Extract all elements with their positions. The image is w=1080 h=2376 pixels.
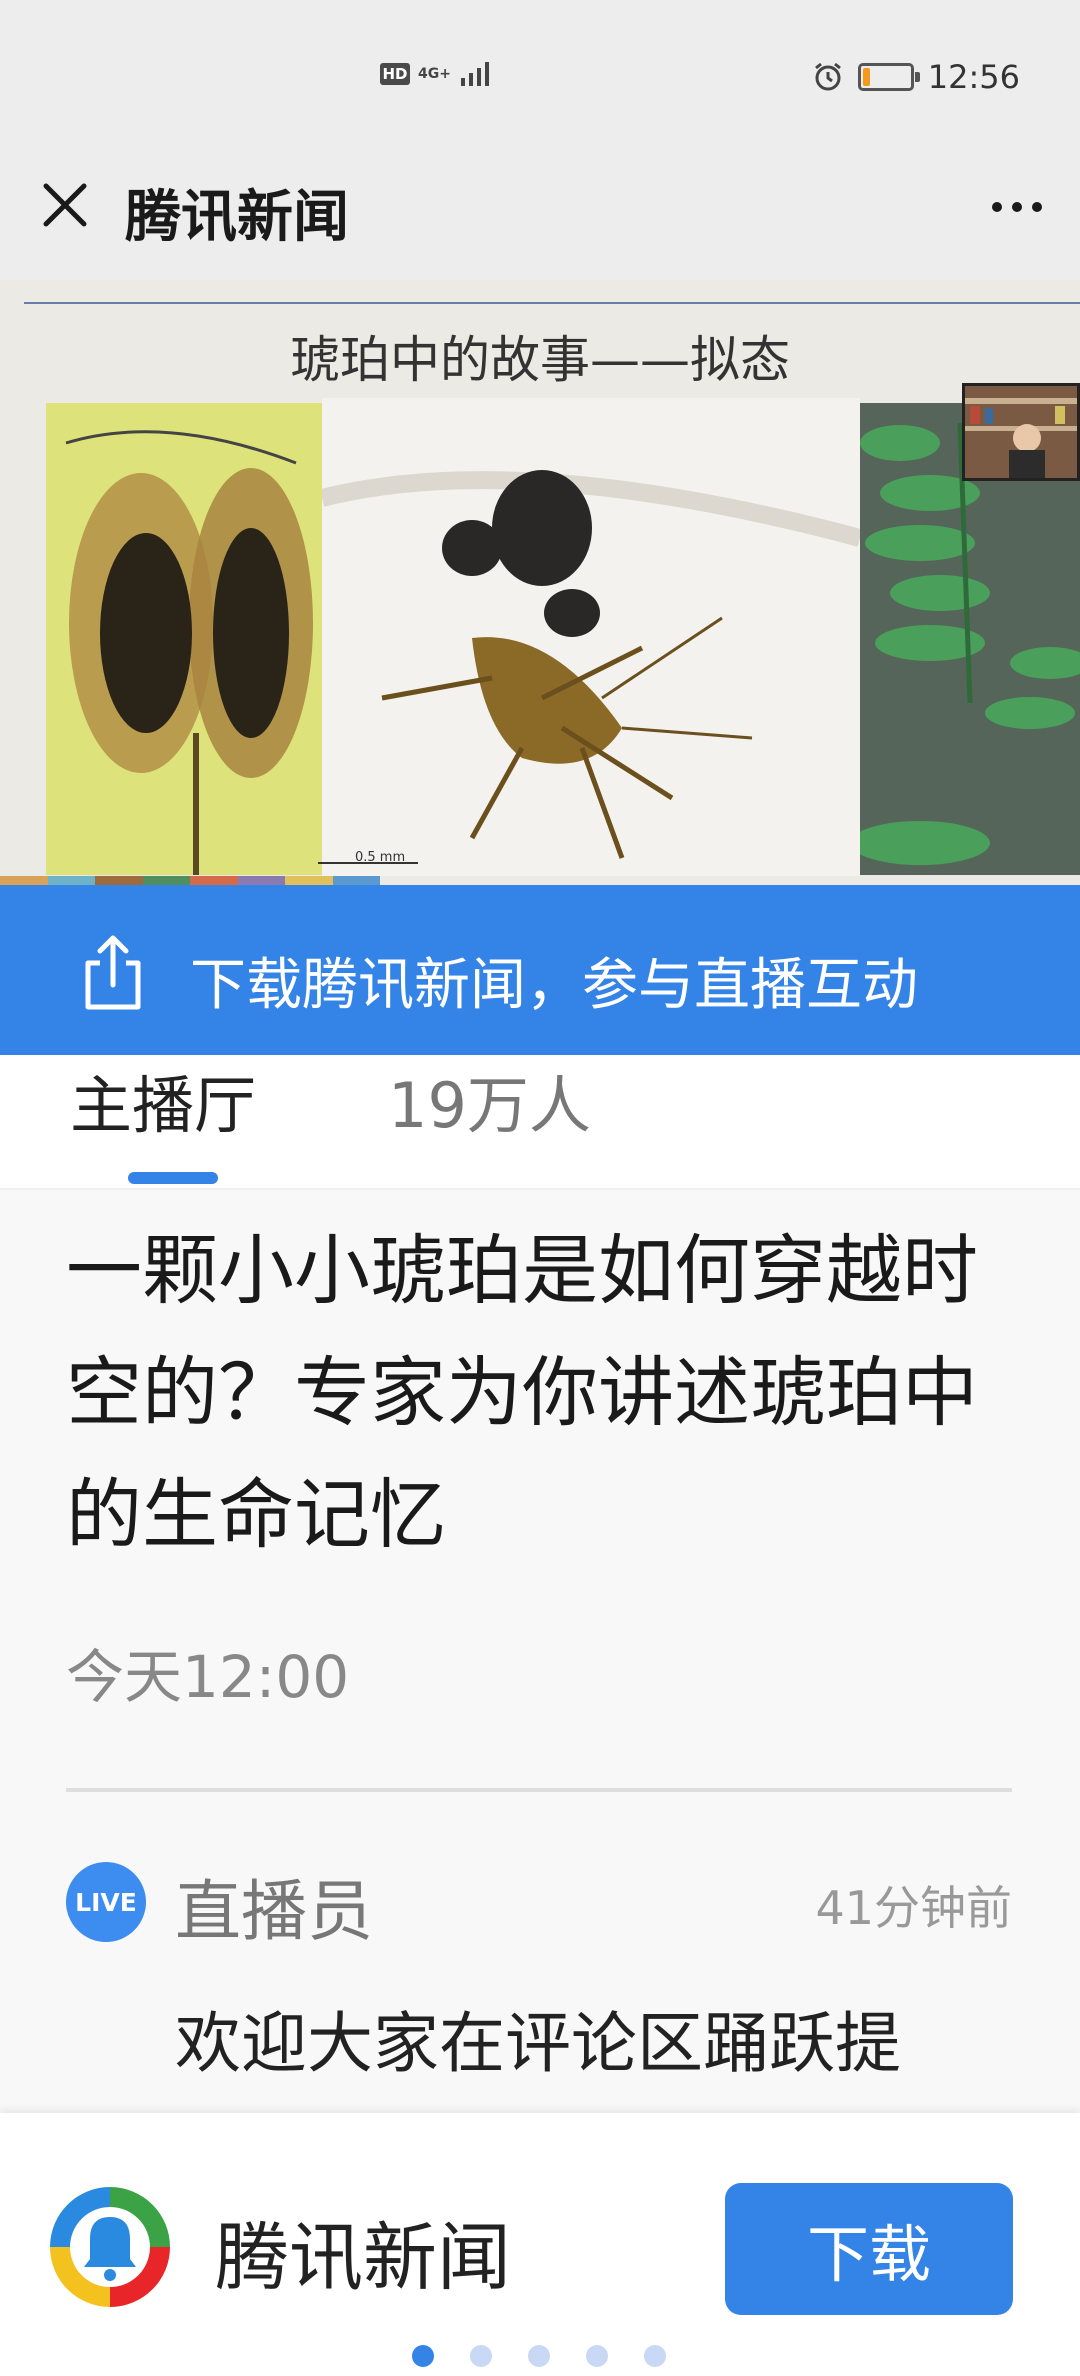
download-app-banner[interactable]: 下载腾讯新闻，参与直播互动 xyxy=(0,885,1080,1055)
tencent-news-logo-icon xyxy=(50,2187,170,2307)
page-dot xyxy=(470,2345,492,2367)
app-promo-bar: 腾讯新闻 下载 xyxy=(0,2113,1080,2376)
banner-text: 下载腾讯新闻，参与直播互动 xyxy=(190,953,918,1018)
color-strip xyxy=(0,876,380,885)
publish-time: 今天12:00 xyxy=(66,1643,350,1711)
amber-plant-image xyxy=(46,403,322,875)
download-button[interactable]: 下载 xyxy=(725,2183,1013,2315)
clock: 12:56 xyxy=(927,58,1020,96)
slide-rule xyxy=(24,302,1080,304)
status-bar: HD 4G+ 12:56 xyxy=(0,0,1080,150)
live-tabs: 主播厅 19万人 xyxy=(0,1055,1080,1190)
battery-icon xyxy=(857,63,920,91)
amber-insect-image xyxy=(322,398,860,876)
speaker-thumbnail xyxy=(965,386,1077,478)
page-indicator xyxy=(412,2345,666,2367)
viewer-count: 19万人 xyxy=(388,1069,591,1142)
network-indicators: HD 4G+ xyxy=(380,60,493,88)
live-feed[interactable]: 一颗小小琥珀是如何穿越时空的？专家为你讲述琥珀中的生命记忆 今天12:00 LI… xyxy=(0,1190,1080,2115)
tab-host-hall[interactable]: 主播厅 xyxy=(70,1055,256,1145)
post-author: 直播员 xyxy=(175,1873,373,1950)
live-video-player[interactable]: 琥珀中的故事——拟态 0.5 mm xyxy=(0,280,1080,885)
tab-active-indicator xyxy=(128,1172,218,1184)
page-dot xyxy=(586,2345,608,2367)
post-time: 41分钟前 xyxy=(815,1881,1012,1935)
page-title: 腾讯新闻 xyxy=(125,185,349,250)
close-icon[interactable] xyxy=(40,180,90,230)
article-headline: 一颗小小琥珀是如何穿越时空的？专家为你讲述琥珀中的生命记忆 xyxy=(66,1226,978,1559)
alarm-icon xyxy=(814,62,841,91)
promo-app-name: 腾讯新闻 xyxy=(215,2215,511,2301)
share-icon xyxy=(85,935,141,1010)
speaker-pip-video[interactable] xyxy=(962,383,1080,481)
page-dot xyxy=(412,2345,434,2367)
status-right: 12:56 xyxy=(812,58,1020,96)
scale-label: 0.5 mm xyxy=(355,850,406,865)
post-text: 欢迎大家在评论区踊跃提 xyxy=(175,2005,901,2082)
more-options-icon[interactable] xyxy=(992,202,1042,212)
hd-badge: HD xyxy=(380,63,410,85)
page-dot xyxy=(528,2345,550,2367)
slide-title: 琥珀中的故事——拟态 xyxy=(290,331,790,389)
network-type: 4G+ xyxy=(418,66,451,82)
divider xyxy=(66,1788,1012,1792)
page-dot xyxy=(644,2345,666,2367)
live-icon: LIVE xyxy=(66,1862,146,1942)
signal-icon xyxy=(460,62,489,86)
title-bar: 腾讯新闻 xyxy=(0,150,1080,280)
battery-level xyxy=(862,68,871,86)
